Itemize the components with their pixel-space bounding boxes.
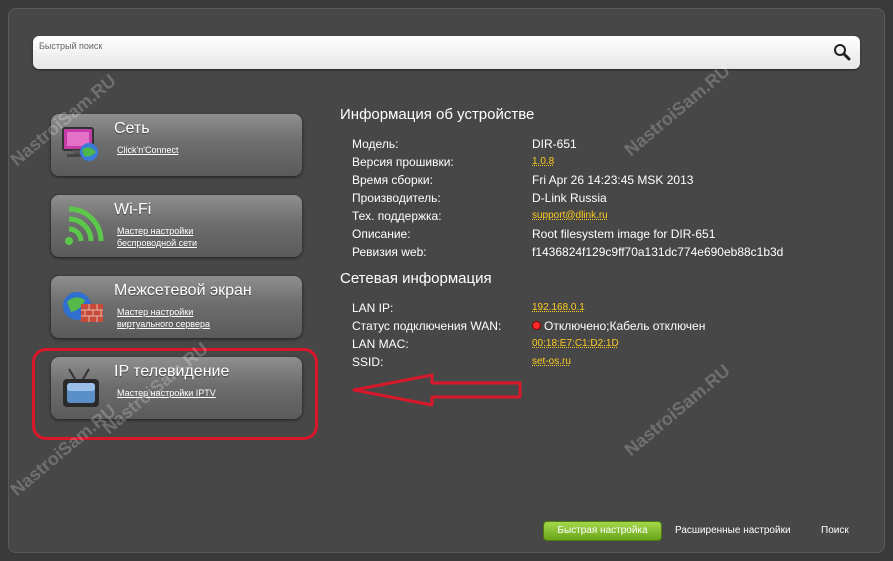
net-label: Статус подключения WAN: bbox=[352, 319, 502, 333]
wan-status-text: Отключено;Кабель отключен bbox=[544, 319, 706, 333]
info-label: Тех. поддержка: bbox=[352, 209, 442, 223]
net-label: SSID: bbox=[352, 355, 384, 369]
info-label: Модель: bbox=[352, 137, 399, 151]
info-label: Версия прошивки: bbox=[352, 155, 454, 169]
support-email-link[interactable]: support@dlink.ru bbox=[532, 210, 608, 221]
wifi-icon bbox=[59, 205, 105, 249]
tile-title: Сеть bbox=[114, 120, 150, 137]
search-input[interactable] bbox=[39, 39, 819, 53]
network-monitor-icon bbox=[59, 124, 105, 168]
ssid-link[interactable]: set-os.ru bbox=[532, 356, 571, 367]
search-bar bbox=[33, 36, 860, 69]
quick-setup-button[interactable]: Быстрая настройка bbox=[544, 522, 661, 540]
info-value: DIR-651 bbox=[532, 137, 577, 151]
tile-wifi[interactable]: Wi-Fi Мастер настройки беспроводной сети bbox=[51, 195, 302, 257]
firmware-link[interactable]: 1.0.8 bbox=[532, 156, 554, 167]
tile-link[interactable]: Мастер настройки bbox=[117, 225, 197, 237]
search-button[interactable]: Поиск bbox=[821, 522, 849, 540]
device-info-title: Информация об устройстве bbox=[340, 106, 535, 123]
tile-link[interactable]: Click'n'Connect bbox=[117, 144, 178, 156]
info-label: Ревизия web: bbox=[352, 245, 427, 259]
lan-mac-link[interactable]: 00:18:E7:C1:D2:1D bbox=[532, 338, 619, 349]
firewall-globe-icon bbox=[59, 286, 105, 330]
tile-link[interactable]: виртуального сервера bbox=[117, 318, 210, 330]
info-label: Описание: bbox=[352, 227, 411, 241]
network-info-title: Сетевая информация bbox=[340, 270, 492, 287]
info-value: Fri Apr 26 14:23:45 MSK 2013 bbox=[532, 173, 694, 187]
search-icon[interactable] bbox=[832, 42, 852, 62]
tile-firewall[interactable]: Межсетевой экран Мастер настройки виртуа… bbox=[51, 276, 302, 338]
info-value: f1436824f129c9ff70a131dc774e690eb88c1b3d bbox=[532, 245, 784, 259]
tile-title: Wi-Fi bbox=[114, 201, 152, 218]
net-label: LAN MAC: bbox=[352, 337, 409, 351]
highlight-outline bbox=[32, 348, 318, 440]
tile-link[interactable]: Мастер настройки bbox=[117, 306, 210, 318]
info-label: Время сборки: bbox=[352, 173, 433, 187]
status-red-icon bbox=[532, 321, 541, 330]
tile-title: Межсетевой экран bbox=[114, 282, 252, 299]
advanced-settings-button[interactable]: Расширенные настройки bbox=[675, 522, 791, 540]
info-value: Root filesystem image for DIR-651 bbox=[532, 227, 716, 241]
net-label: LAN IP: bbox=[352, 301, 394, 315]
tile-network[interactable]: Сеть Click'n'Connect bbox=[51, 114, 302, 176]
lan-ip-link[interactable]: 192.168.0.1 bbox=[532, 302, 585, 313]
arrow-left-icon bbox=[352, 373, 522, 407]
tile-link[interactable]: беспроводной сети bbox=[117, 237, 197, 249]
wan-status: Отключено;Кабель отключен bbox=[532, 319, 705, 333]
info-value: D-Link Russia bbox=[532, 191, 607, 205]
info-label: Производитель: bbox=[352, 191, 441, 205]
